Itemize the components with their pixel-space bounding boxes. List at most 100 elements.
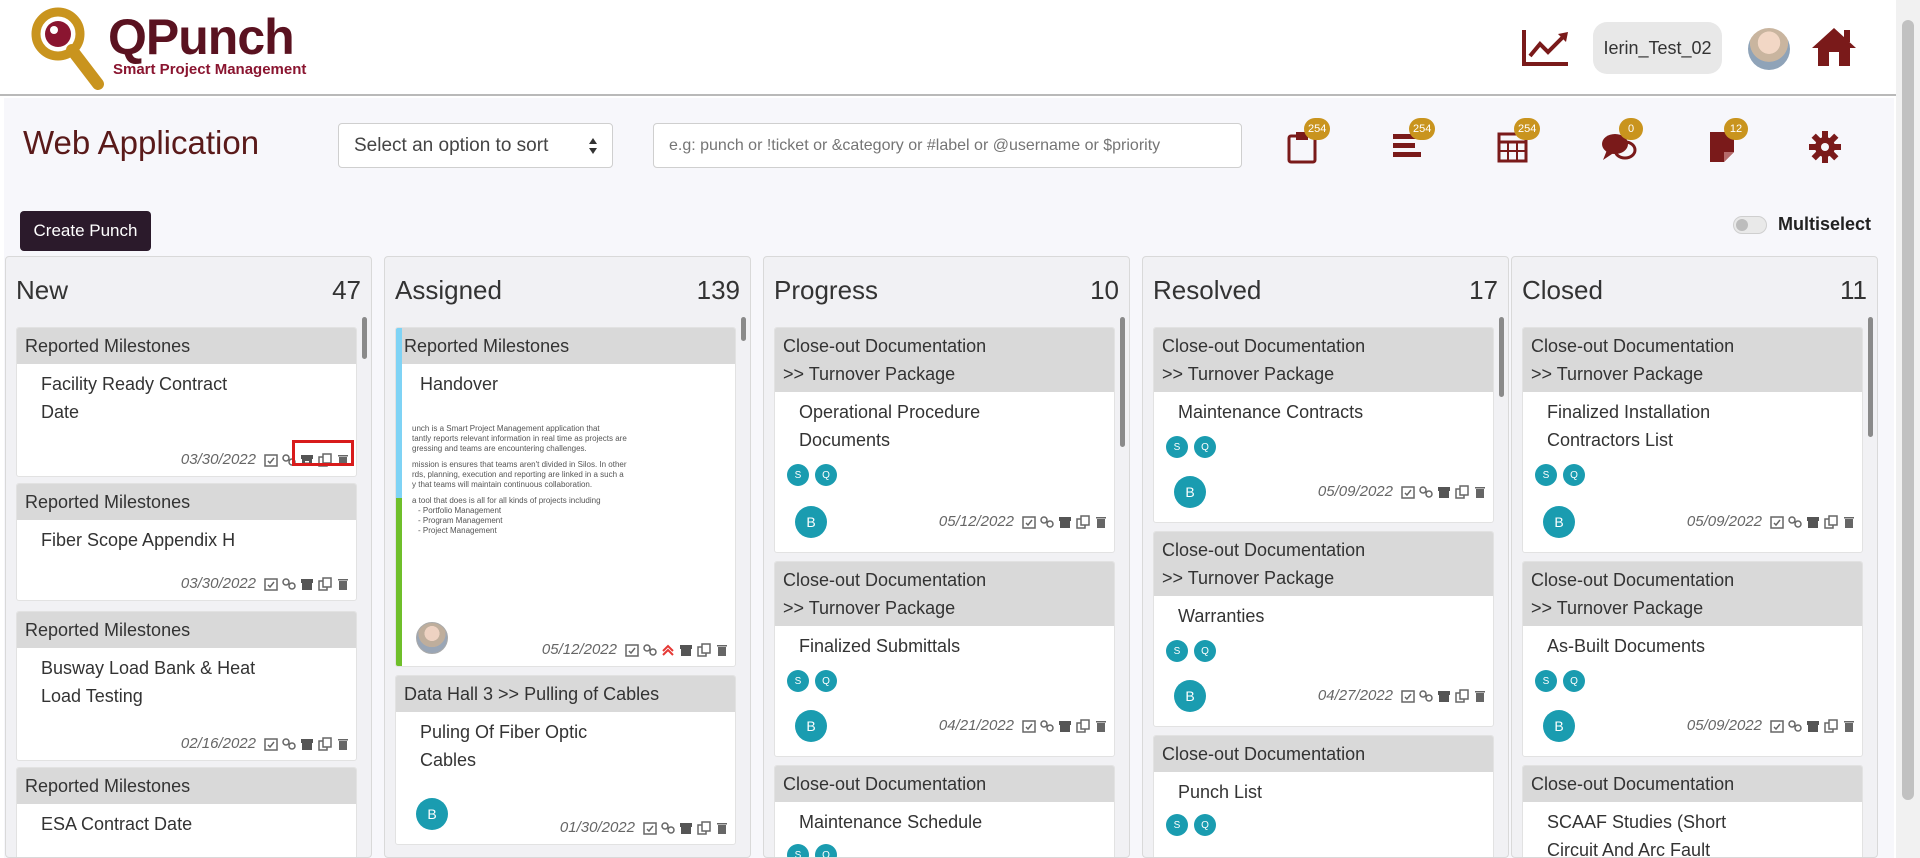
trash-icon[interactable] bbox=[1094, 515, 1108, 529]
copy-icon[interactable] bbox=[318, 576, 332, 591]
label-chip[interactable]: Q bbox=[1194, 640, 1216, 662]
calendar-button[interactable]: 254 bbox=[1494, 118, 1541, 164]
label-chip[interactable]: S bbox=[787, 670, 809, 692]
label-chip[interactable]: S bbox=[1535, 464, 1557, 486]
calendar-check-icon[interactable] bbox=[643, 821, 657, 835]
link-icon[interactable] bbox=[1419, 689, 1433, 703]
column-scrollbar[interactable] bbox=[1499, 317, 1504, 397]
punch-card[interactable]: Reported Milestones Fiber Scope Appendix… bbox=[16, 483, 357, 601]
calendar-check-icon[interactable] bbox=[625, 643, 639, 657]
trash-icon[interactable] bbox=[715, 643, 729, 657]
calendar-check-icon[interactable] bbox=[1401, 485, 1415, 499]
label-chip[interactable]: S bbox=[787, 464, 809, 486]
settings-button[interactable] bbox=[1806, 124, 1850, 164]
assignee-avatar[interactable]: B bbox=[1543, 710, 1575, 742]
punch-card[interactable]: Close-out Documentation >> Turnover Pack… bbox=[1522, 327, 1863, 553]
calendar-check-icon[interactable] bbox=[264, 577, 278, 591]
assignee-avatar[interactable]: B bbox=[1174, 680, 1206, 712]
assignee-avatar[interactable]: B bbox=[1174, 476, 1206, 508]
username-button[interactable]: Ierin_Test_02 bbox=[1593, 22, 1722, 74]
link-icon[interactable] bbox=[1788, 719, 1802, 733]
calendar-check-icon[interactable] bbox=[264, 737, 278, 751]
calendar-check-icon[interactable] bbox=[264, 453, 278, 467]
label-chip[interactable]: Q bbox=[815, 844, 837, 857]
link-icon[interactable] bbox=[661, 821, 675, 835]
punch-card[interactable]: Close-out Documentation >> Turnover Pack… bbox=[774, 561, 1115, 757]
page-scrollbar-thumb[interactable] bbox=[1902, 20, 1914, 800]
assignee-avatar[interactable] bbox=[416, 622, 448, 654]
label-chip[interactable]: Q bbox=[1194, 436, 1216, 458]
label-chip[interactable]: S bbox=[1166, 640, 1188, 662]
copy-icon[interactable] bbox=[1455, 484, 1469, 499]
trash-icon[interactable] bbox=[336, 577, 350, 591]
qpunch-logo[interactable]: QPunch Smart Project Management bbox=[28, 6, 308, 92]
punch-card[interactable]: Close-out Documentation >> Turnover Pack… bbox=[1522, 561, 1863, 757]
label-chip[interactable]: S bbox=[1166, 436, 1188, 458]
notes-button[interactable]: 12 bbox=[1704, 118, 1748, 164]
calendar-check-icon[interactable] bbox=[1770, 719, 1784, 733]
list-view-button[interactable]: 254 bbox=[1389, 118, 1436, 164]
archive-icon[interactable] bbox=[1058, 719, 1072, 733]
trash-icon[interactable] bbox=[336, 737, 350, 751]
page-scrollbar[interactable] bbox=[1896, 0, 1920, 858]
label-chip[interactable]: Q bbox=[1563, 464, 1585, 486]
punch-card[interactable]: Reported Milestones ESA Contract Date bbox=[16, 767, 357, 857]
punch-card[interactable]: Reported Milestones Handover unch is a S… bbox=[395, 327, 736, 667]
assignee-avatar[interactable]: B bbox=[1543, 506, 1575, 538]
punch-card[interactable]: Close-out Documentation Maintenance Sche… bbox=[774, 765, 1115, 857]
archive-icon[interactable] bbox=[300, 577, 314, 591]
assignee-avatar[interactable]: B bbox=[795, 710, 827, 742]
archive-icon[interactable] bbox=[1806, 719, 1820, 733]
punch-card[interactable]: Close-out Documentation Punch List S Q bbox=[1153, 735, 1494, 857]
link-icon[interactable] bbox=[1788, 515, 1802, 529]
trash-icon[interactable] bbox=[1473, 689, 1487, 703]
trash-icon[interactable] bbox=[1094, 719, 1108, 733]
column-scrollbar[interactable] bbox=[362, 317, 367, 359]
punch-card[interactable]: Data Hall 3 >> Pulling of Cables Puling … bbox=[395, 675, 736, 845]
link-icon[interactable] bbox=[643, 643, 657, 657]
user-avatar[interactable] bbox=[1748, 28, 1790, 70]
trash-icon[interactable] bbox=[1842, 719, 1856, 733]
column-scrollbar[interactable] bbox=[1868, 317, 1873, 437]
label-chip[interactable]: Q bbox=[1194, 814, 1216, 836]
home-icon[interactable] bbox=[1810, 26, 1858, 68]
archive-icon[interactable] bbox=[679, 821, 693, 835]
copy-icon[interactable] bbox=[318, 736, 332, 751]
column-scrollbar[interactable] bbox=[741, 317, 746, 341]
label-chip[interactable]: Q bbox=[815, 670, 837, 692]
sort-select[interactable]: Select an option to sort bbox=[338, 123, 613, 168]
link-icon[interactable] bbox=[1040, 515, 1054, 529]
column-scrollbar[interactable] bbox=[1120, 317, 1125, 447]
search-input[interactable] bbox=[653, 123, 1242, 168]
analytics-icon[interactable] bbox=[1522, 28, 1570, 68]
punch-card[interactable]: Close-out Documentation >> Turnover Pack… bbox=[774, 327, 1115, 553]
multiselect-toggle[interactable] bbox=[1733, 216, 1767, 234]
calendar-check-icon[interactable] bbox=[1022, 515, 1036, 529]
trash-icon[interactable] bbox=[1842, 515, 1856, 529]
label-chip[interactable]: S bbox=[787, 844, 809, 857]
label-chip[interactable]: S bbox=[1535, 670, 1557, 692]
link-icon[interactable] bbox=[1419, 485, 1433, 499]
link-icon[interactable] bbox=[1040, 719, 1054, 733]
archive-icon[interactable] bbox=[1437, 689, 1451, 703]
archive-icon[interactable] bbox=[1806, 515, 1820, 529]
calendar-check-icon[interactable] bbox=[1770, 515, 1784, 529]
copy-icon[interactable] bbox=[1824, 718, 1838, 733]
archive-icon[interactable] bbox=[679, 643, 693, 657]
trash-icon[interactable] bbox=[715, 821, 729, 835]
archive-icon[interactable] bbox=[1058, 515, 1072, 529]
link-icon[interactable] bbox=[282, 737, 296, 751]
punch-card[interactable]: Close-out Documentation SCAAF Studies (S… bbox=[1522, 765, 1863, 857]
copy-icon[interactable] bbox=[1824, 514, 1838, 529]
create-punch-button[interactable]: Create Punch bbox=[20, 211, 151, 251]
calendar-check-icon[interactable] bbox=[1022, 719, 1036, 733]
trash-icon[interactable] bbox=[1473, 485, 1487, 499]
punch-list-button[interactable]: 254 bbox=[1284, 118, 1331, 164]
calendar-check-icon[interactable] bbox=[1401, 689, 1415, 703]
copy-icon[interactable] bbox=[697, 642, 711, 657]
punch-card[interactable]: Close-out Documentation >> Turnover Pack… bbox=[1153, 327, 1494, 523]
copy-icon[interactable] bbox=[697, 820, 711, 835]
assignee-avatar[interactable]: B bbox=[416, 798, 448, 830]
copy-icon[interactable] bbox=[1076, 514, 1090, 529]
link-icon[interactable] bbox=[282, 577, 296, 591]
